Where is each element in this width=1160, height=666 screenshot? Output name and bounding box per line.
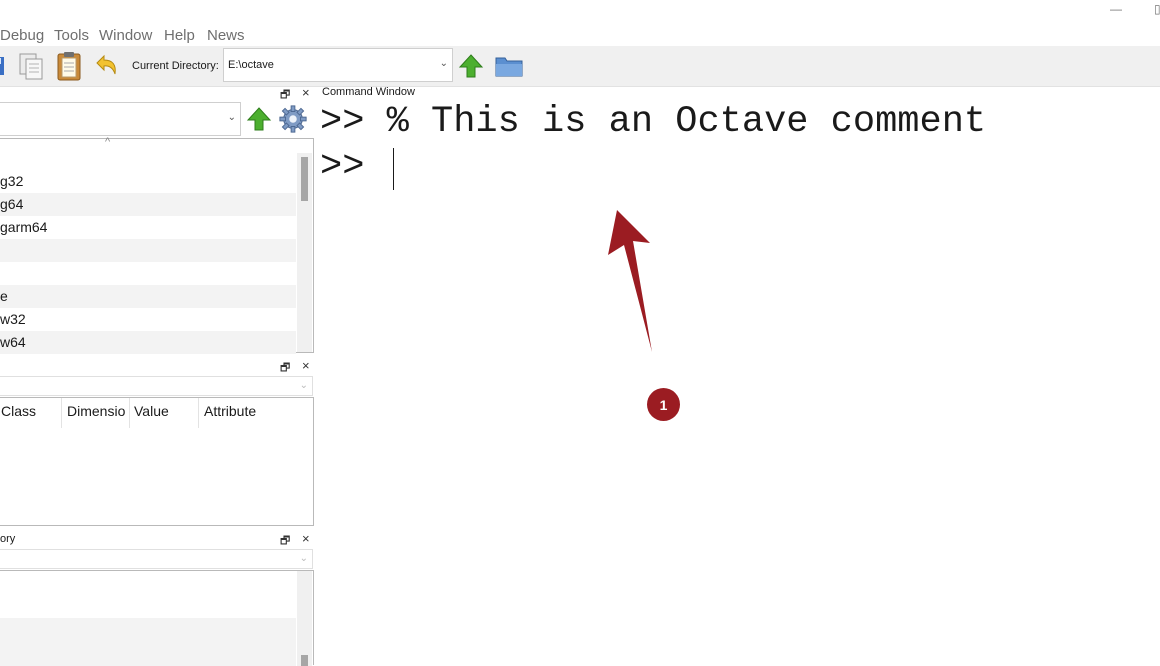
current-directory-value: E:\octave [228,59,274,71]
file-browser-path-combo[interactable]: ⌄ [0,102,241,136]
history-close-icon[interactable]: × [302,531,310,546]
file-browser-settings-button[interactable] [278,104,308,134]
command-prompt[interactable]: >> [320,146,387,188]
command-line-comment: >> % This is an Octave comment [320,101,987,143]
browse-directory-button[interactable] [494,51,524,81]
up-arrow-icon [458,54,484,78]
gear-icon [279,105,307,133]
chevron-down-icon[interactable]: ⌄ [300,380,308,391]
file-browser-close-icon[interactable]: × [302,85,310,100]
text-cursor [393,148,394,190]
scrollbar-thumb[interactable] [301,655,308,666]
column-header-class[interactable]: Class [1,403,36,419]
file-browser-scrollbar[interactable] [297,153,312,352]
up-arrow-icon [246,107,272,131]
menu-help[interactable]: Help [164,27,195,44]
maximize-button[interactable]: ▯ [1154,2,1160,16]
annotation-arrow [608,210,652,352]
workspace-table-header: Class Dimensio Value Attribute [0,398,313,428]
chevron-down-icon[interactable]: ⌄ [228,112,236,123]
column-header-dimension[interactable]: Dimensio [67,403,125,419]
list-item[interactable]: w32 [0,308,296,331]
list-item[interactable]: e [0,285,296,308]
menu-bar: Debug Tools Window Help News [0,24,1160,46]
list-item[interactable]: garm64 [0,216,296,239]
history-title: ory [0,533,16,545]
workspace-close-icon[interactable]: × [302,358,310,373]
annotation-badge: 1 [647,388,680,421]
main-toolbar: Current Directory: [0,46,1160,87]
undo-icon[interactable] [91,51,121,81]
copy-icon[interactable] [16,51,46,81]
save-icon[interactable] [0,51,8,81]
menu-window[interactable]: Window [99,27,152,44]
list-item[interactable]: w64 [0,331,296,354]
column-header-attribute[interactable]: Attribute [204,403,256,419]
list-item[interactable] [0,262,296,285]
minimize-button[interactable]: — [1110,2,1122,16]
folder-icon [495,57,523,77]
chevron-down-icon[interactable]: ⌄ [300,553,308,564]
parent-directory-button[interactable] [456,51,486,81]
column-header-value[interactable]: Value [134,403,169,419]
list-item[interactable]: g64 [0,193,296,216]
title-bar: — ▯ [0,0,1160,24]
file-browser-up-button[interactable] [244,104,274,134]
chevron-down-icon[interactable]: ⌄ [440,58,448,69]
list-item[interactable]: g32 [0,170,296,193]
menu-news[interactable]: News [207,27,245,44]
scrollbar-thumb[interactable] [301,157,308,201]
list-item[interactable] [0,618,296,666]
history-scrollbar[interactable] [297,571,312,666]
list-item[interactable] [0,239,296,262]
command-window-title: Command Window [322,86,415,98]
sort-indicator-icon[interactable]: ^ [105,136,110,148]
history-filter-combo[interactable]: ⌄ [0,549,313,569]
paste-icon[interactable] [54,51,84,81]
command-window[interactable] [316,100,1160,665]
current-directory-combo[interactable]: E:\octave ⌄ [223,48,453,82]
workspace-table: Class Dimensio Value Attribute [0,397,314,526]
history-list [0,570,314,666]
file-browser-list: ^ g32 g64 garm64 e w32 w64 [0,136,314,354]
workspace-filter-combo[interactable]: ⌄ [0,376,313,396]
current-directory-label: Current Directory: [132,60,219,72]
menu-tools[interactable]: Tools [54,27,89,44]
menu-debug[interactable]: Debug [0,27,44,44]
